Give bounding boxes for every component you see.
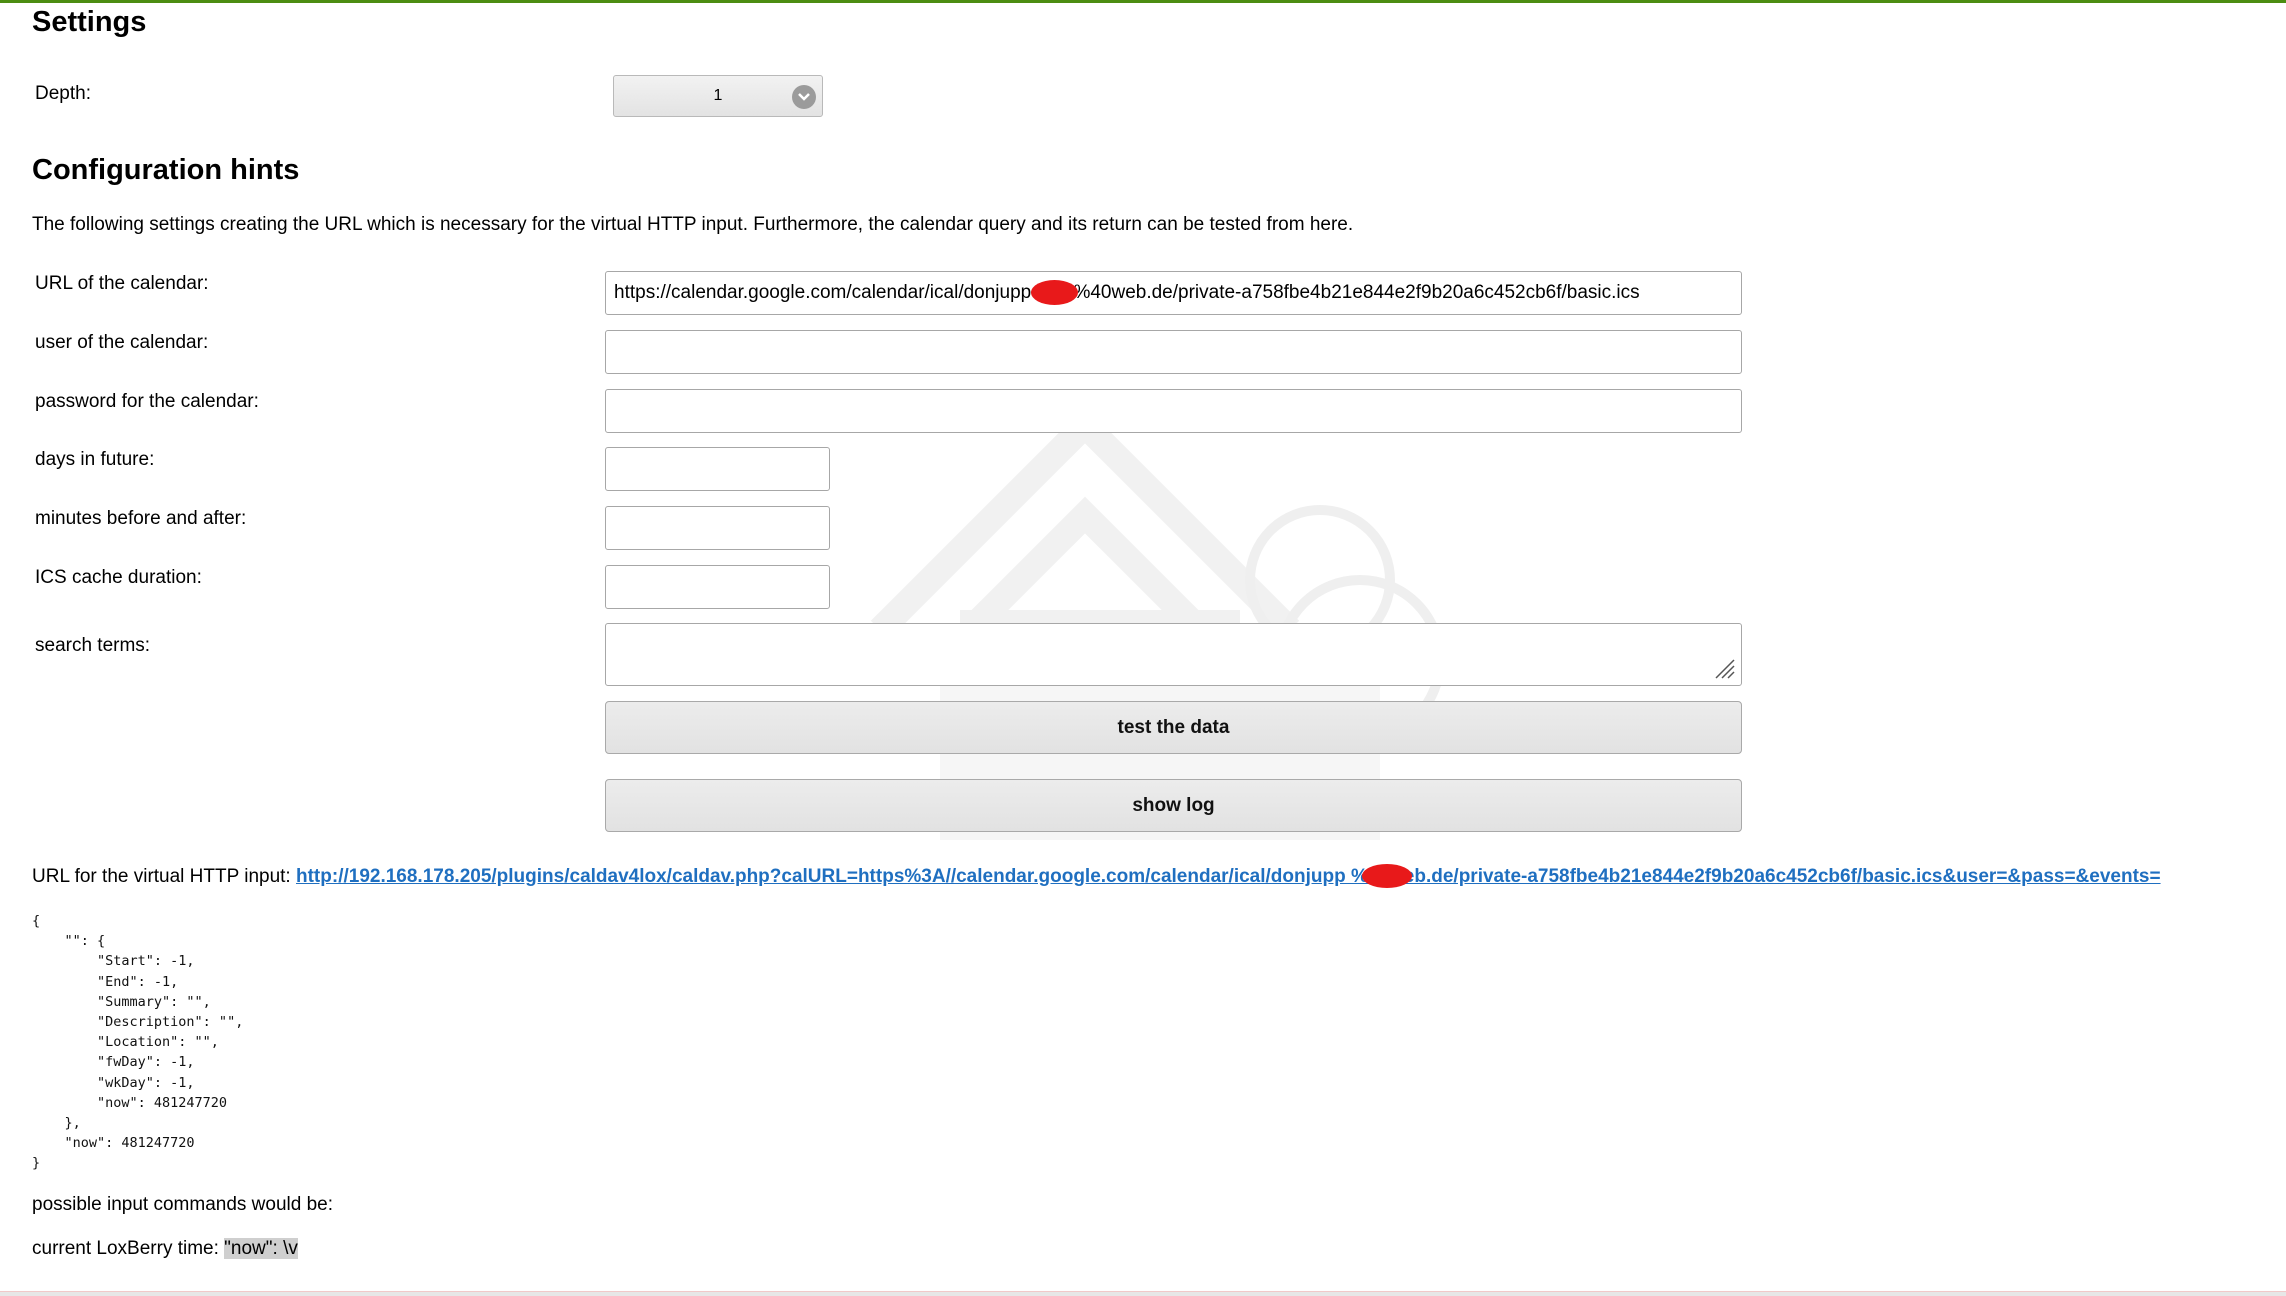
top-accent-line: [0, 0, 2286, 3]
minutes-before-after-input[interactable]: [605, 506, 830, 550]
ics-cache-duration-input[interactable]: [605, 565, 830, 609]
minutes-before-after-label: minutes before and after:: [35, 508, 247, 529]
ics-cache-duration-label: ICS cache duration:: [35, 567, 202, 588]
days-in-future-label: days in future:: [35, 449, 155, 470]
configuration-description: The following settings creating the URL …: [32, 214, 1354, 235]
show-log-button[interactable]: show log: [605, 779, 1742, 832]
bottom-border: [0, 1291, 2286, 1296]
depth-label: Depth:: [35, 83, 91, 104]
depth-select-value: 1: [713, 87, 723, 104]
redaction-mark: [1362, 864, 1412, 888]
configuration-hints-heading: Configuration hints: [32, 154, 300, 186]
search-terms-textarea[interactable]: [605, 623, 1742, 686]
calendar-user-label: user of the calendar:: [35, 332, 209, 353]
loxberry-time-label: current LoxBerry time:: [32, 1238, 225, 1259]
calendar-password-input[interactable]: [605, 389, 1742, 433]
redaction-mark: [1031, 280, 1078, 305]
search-terms-label: search terms:: [35, 635, 151, 656]
virtual-http-input-link[interactable]: http://192.168.178.205/plugins/caldav4lo…: [296, 866, 2161, 887]
resize-handle-icon[interactable]: [1712, 656, 1736, 680]
settings-heading: Settings: [32, 6, 147, 38]
loxberry-time-value: "now": \v: [224, 1238, 298, 1259]
json-output: { "": { "Start": -1, "End": -1, "Summary…: [32, 913, 244, 1172]
calendar-user-input[interactable]: [605, 330, 1742, 374]
days-in-future-input[interactable]: [605, 447, 830, 491]
depth-select[interactable]: 1: [613, 75, 823, 117]
virtual-http-input-label: URL for the virtual HTTP input:: [32, 866, 296, 887]
calendar-url-label: URL of the calendar:: [35, 273, 209, 294]
chevron-down-icon: [792, 85, 816, 109]
test-data-button[interactable]: test the data: [605, 701, 1742, 754]
loxberry-time-line: current LoxBerry time: "now": \v: [32, 1238, 298, 1260]
calendar-password-label: password for the calendar:: [35, 391, 259, 412]
input-commands-label: possible input commands would be:: [32, 1194, 334, 1215]
virtual-http-input-line: URL for the virtual HTTP input: http://1…: [32, 866, 2161, 888]
calendar-url-input[interactable]: [605, 271, 1742, 315]
